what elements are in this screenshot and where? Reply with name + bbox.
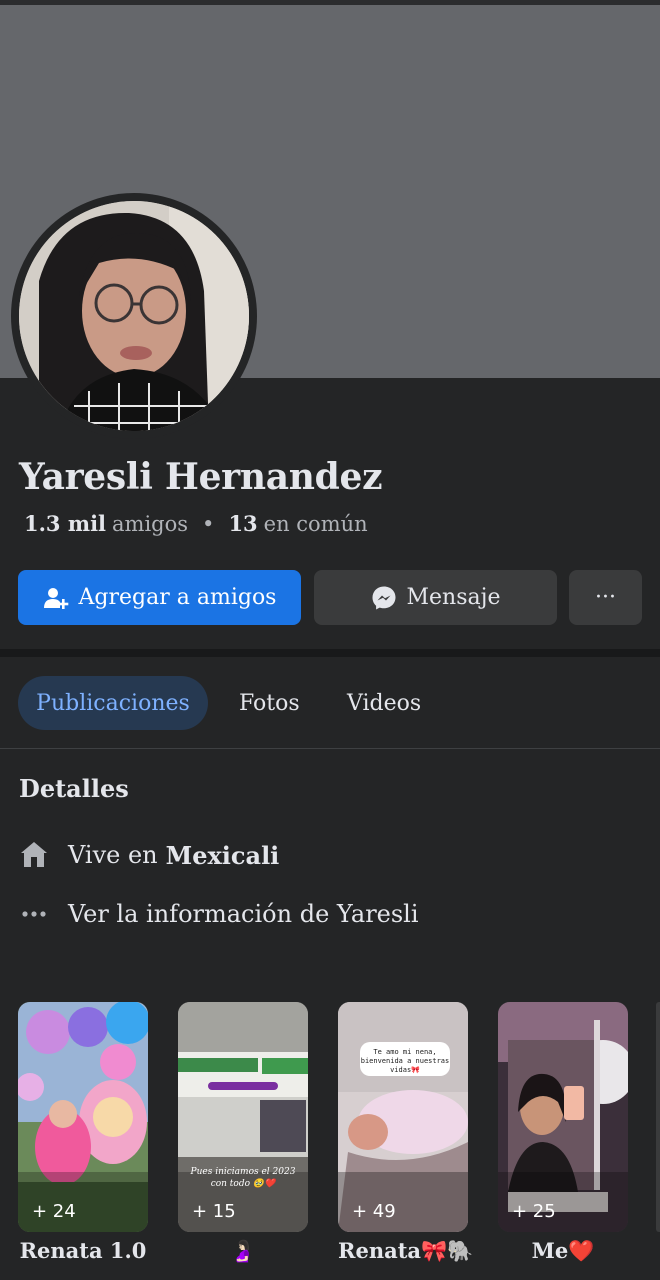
highlight-cover: Pues iniciamos el 2023 con todo 🥹❤️ — [178, 1002, 308, 1232]
mutual-label[interactable]: en común — [264, 512, 368, 536]
ellipsis-icon — [19, 899, 49, 929]
avatar-image — [19, 201, 249, 431]
svg-text:Pues iniciamos el 2023: Pues iniciamos el 2023 — [190, 1167, 296, 1177]
highlight-cover — [18, 1002, 148, 1232]
svg-text:vidas🎀: vidas🎀 — [390, 1066, 420, 1074]
tab-publicaciones[interactable]: Publicaciones — [18, 676, 208, 730]
profile-page: Yaresli Hernandez 1.3 mil amigos • 13 en… — [0, 0, 660, 1280]
see-info-label: Ver la información de Yaresli — [68, 900, 419, 928]
highlight-card[interactable]: Pues iniciamos el 2023 con todo 🥹❤️ + 15 — [178, 1002, 308, 1232]
section-divider — [0, 649, 660, 657]
avatar[interactable] — [19, 201, 249, 431]
lives-in-city: Mexicali — [165, 840, 280, 870]
svg-text:Te amo mi nena,: Te amo mi nena, — [373, 1048, 436, 1056]
highlight-label: Renata🎀🐘 — [338, 1238, 474, 1263]
svg-text:con todo 🥹❤️: con todo 🥹❤️ — [211, 1178, 278, 1189]
highlight-label: 🤰🏻 — [229, 1238, 257, 1263]
detail-lives-in[interactable]: Vive en Mexicali — [19, 840, 279, 870]
friends-count[interactable]: 1.3 mil — [24, 511, 106, 536]
highlight-cover: Te amo mi nena, bienvenida a nuestras vi… — [338, 1002, 468, 1232]
message-label: Mensaje — [406, 585, 501, 610]
mutual-count[interactable]: 13 — [228, 511, 257, 536]
detail-see-info[interactable]: Ver la información de Yaresli — [19, 899, 419, 929]
highlight-card[interactable]: + 25 — [498, 1002, 628, 1232]
tab-videos[interactable]: Videos — [347, 676, 421, 730]
friends-label[interactable]: amigos — [112, 512, 188, 536]
separator-dot: • — [202, 512, 215, 536]
highlight-count: + 25 — [512, 1201, 556, 1222]
messenger-icon — [372, 586, 396, 609]
home-icon — [19, 840, 49, 870]
highlight-label: Renata 1.0 — [19, 1238, 147, 1263]
profile-stats: 1.3 mil amigos • 13 en común — [24, 511, 368, 536]
add-friend-label: Agregar a amigos — [78, 585, 277, 610]
lives-in-prefix: Vive en — [68, 841, 158, 869]
person-plus-icon — [43, 587, 68, 609]
highlight-label: Me❤️ — [531, 1238, 595, 1263]
details-title: Detalles — [19, 774, 129, 803]
highlight-card[interactable]: Te amo mi nena, bienvenida a nuestras vi… — [338, 1002, 468, 1232]
highlight-card-peek[interactable] — [656, 1002, 660, 1232]
tabs-divider — [0, 748, 660, 749]
more-options-button[interactable]: ··· — [569, 570, 642, 625]
highlight-cover — [498, 1002, 628, 1232]
profile-name: Yaresli Hernandez — [19, 456, 383, 498]
message-button[interactable]: Mensaje — [314, 570, 557, 625]
add-friend-button[interactable]: Agregar a amigos — [18, 570, 301, 625]
svg-text:bienvenida a nuestras: bienvenida a nuestras — [361, 1057, 450, 1065]
highlight-count: + 49 — [352, 1201, 396, 1222]
highlight-card[interactable]: + 24 — [18, 1002, 148, 1232]
ellipsis-icon: ··· — [595, 585, 616, 610]
tab-fotos[interactable]: Fotos — [239, 676, 300, 730]
highlight-count: + 24 — [32, 1201, 76, 1222]
highlight-count: + 15 — [192, 1201, 236, 1222]
